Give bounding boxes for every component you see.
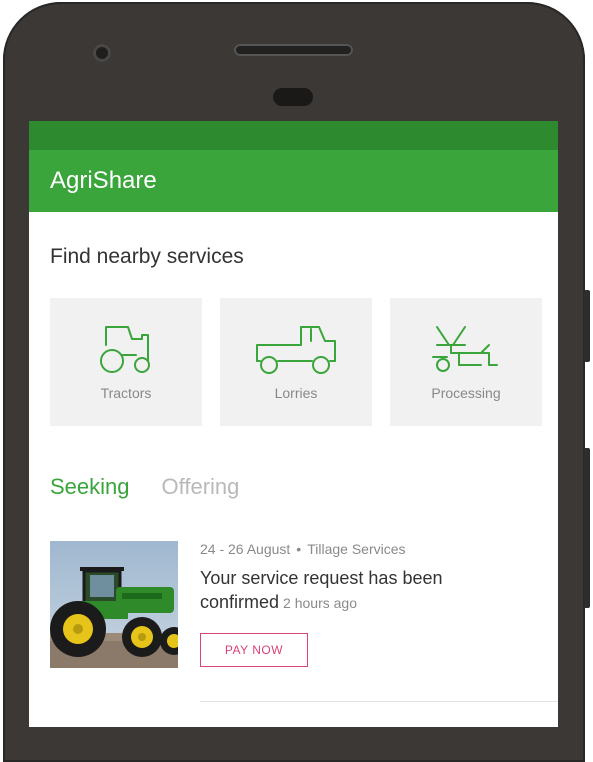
volume-button (584, 290, 590, 362)
app-title: AgriShare (50, 167, 157, 194)
pay-now-button[interactable]: PAY NOW (200, 633, 308, 667)
phone-frame: AgriShare Find nearby services Tractors (0, 0, 593, 762)
service-cards: Tractors Lorries Processing (50, 298, 542, 426)
request-message-block: Your service request has been confirmed 2… (200, 566, 500, 615)
request-meta: 24 - 26 August • Tillage Services (200, 541, 406, 557)
app-screen: AgriShare Find nearby services Tractors (29, 121, 558, 727)
tractor-photo (50, 541, 178, 668)
status-bar (29, 121, 558, 150)
tab-offering[interactable]: Offering (162, 474, 240, 500)
service-card-processing[interactable]: Processing (390, 298, 542, 426)
app-bar: AgriShare (29, 150, 558, 212)
lorry-icon (256, 326, 336, 374)
service-label-tractors: Tractors (100, 385, 152, 401)
request-time-ago: 2 hours ago (283, 595, 357, 611)
service-label-processing: Processing (431, 385, 501, 401)
services-heading: Find nearby services (50, 245, 244, 268)
front-camera (93, 44, 111, 62)
list-divider (200, 701, 558, 702)
service-label-lorries: Lorries (274, 385, 318, 401)
service-card-tractors[interactable]: Tractors (50, 298, 202, 426)
proximity-sensor (273, 88, 313, 106)
request-tabs: Seeking Offering (50, 474, 239, 500)
tab-seeking[interactable]: Seeking (50, 474, 130, 500)
tractor-icon (100, 326, 150, 373)
request-dates: 24 - 26 August (200, 541, 291, 557)
power-button (584, 448, 590, 608)
processing-icon (432, 326, 498, 372)
request-category: Tillage Services (307, 541, 406, 557)
service-card-lorries[interactable]: Lorries (220, 298, 372, 426)
separator-dot: • (296, 541, 302, 557)
earpiece-speaker (234, 44, 353, 56)
